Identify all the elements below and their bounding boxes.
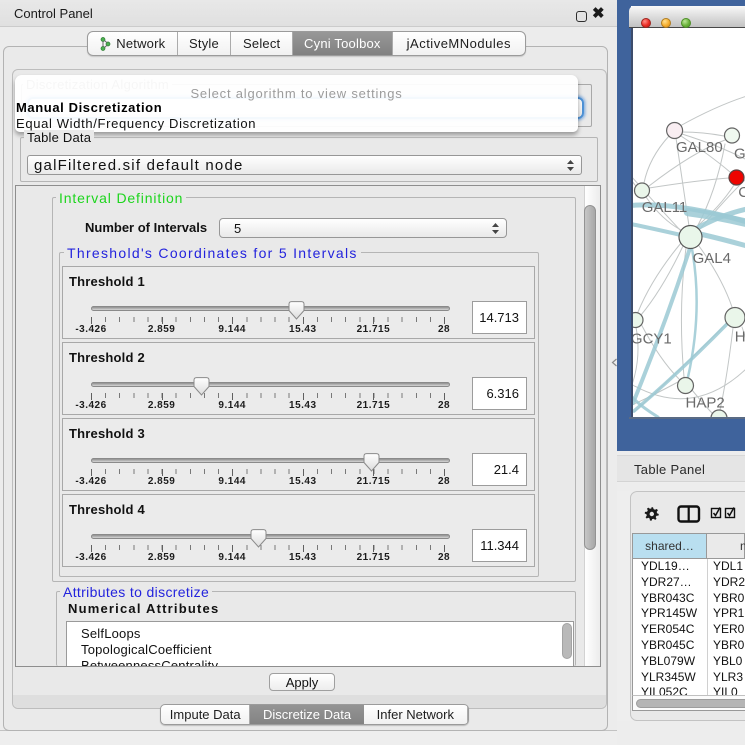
svg-text:GAL11: GAL11 xyxy=(642,199,688,216)
svg-text:C: C xyxy=(738,184,745,201)
svg-text:GCY1: GCY1 xyxy=(633,331,672,348)
svg-text:GAL80: GAL80 xyxy=(676,139,723,156)
svg-text:GAL4: GAL4 xyxy=(693,250,731,267)
svg-text:G.: G. xyxy=(734,146,745,163)
svg-text:HAP2: HAP2 xyxy=(686,395,725,412)
svg-text:H: H xyxy=(735,329,745,346)
